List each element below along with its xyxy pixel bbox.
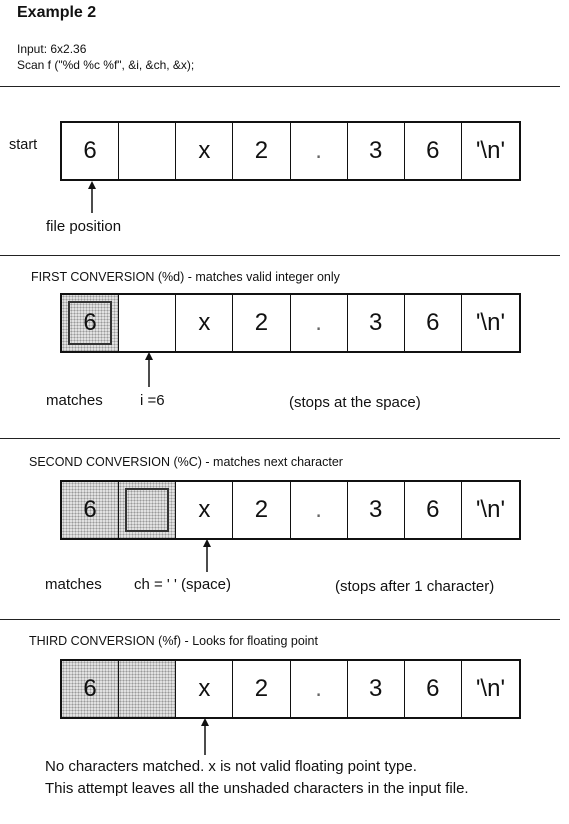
first-pointer-arrow <box>145 352 153 387</box>
char-strip-second: 6 x 2. 3 6 '\n' <box>60 480 521 540</box>
char-cell: 2 <box>233 661 291 717</box>
page: { "title": "Example 2", "input_line": "I… <box>0 0 569 824</box>
file-position-label: file position <box>46 218 122 235</box>
third-message-line1: No characters matched. x is not valid fl… <box>45 758 417 775</box>
char-cell: 3 <box>348 661 405 717</box>
char-cell: '\n' <box>475 675 506 702</box>
input-line: Input: 6x2.36 <box>17 42 87 56</box>
first-conversion-heading: FIRST CONVERSION (%d) - matches valid in… <box>31 270 340 284</box>
char-cell: . <box>291 123 348 179</box>
scan-line: Scan f ("%d %c %f", &i, &ch, &x); <box>17 58 195 72</box>
char-cell <box>119 295 177 351</box>
char-cell: x <box>176 482 234 538</box>
divider <box>0 86 560 87</box>
page-title: Example 2 <box>17 4 97 21</box>
first-matches-label: matches <box>46 392 103 409</box>
char-cell: 6 <box>405 482 462 538</box>
char-strip-start: 6 x 2. 3 6 '\n' <box>60 121 521 181</box>
char-cell: 2 <box>233 123 291 179</box>
start-label: start <box>9 137 38 153</box>
char-cell: '\n' <box>475 309 506 336</box>
second-matches-label: matches <box>45 576 102 593</box>
char-cell: 2 <box>233 295 291 351</box>
first-result: i =6 <box>140 392 165 409</box>
char-cell <box>119 482 177 538</box>
third-conversion-heading: THIRD CONVERSION (%f) - Looks for floati… <box>29 634 318 648</box>
char-cell: 3 <box>348 482 405 538</box>
char-cell: x <box>176 295 234 351</box>
char-cell: 6 <box>62 482 120 538</box>
third-message-line2: This attempt leaves all the unshaded cha… <box>45 780 469 797</box>
char-cell: 3 <box>348 295 405 351</box>
char-cell <box>119 661 177 717</box>
divider <box>0 438 560 439</box>
second-note: (stops after 1 character) <box>335 578 495 595</box>
divider <box>0 255 560 256</box>
char-cell: 6 <box>405 661 462 717</box>
char-cell: x <box>176 661 234 717</box>
char-cell: 6 <box>62 123 120 179</box>
file-position-arrow <box>88 181 96 213</box>
char-cell: . <box>291 482 348 538</box>
char-strip-first: 6 x 2. 3 6 '\n' <box>60 293 521 353</box>
char-strip-third: 6 x 2. 3 6 '\n' <box>60 659 521 719</box>
char-cell: 2 <box>233 482 291 538</box>
char-cell: 3 <box>348 123 405 179</box>
first-note: (stops at the space) <box>289 394 421 411</box>
second-result: ch = ' ' (space) <box>134 576 232 593</box>
char-cell: '\n' <box>475 137 506 164</box>
char-cell: x <box>176 123 234 179</box>
char-cell: 6 <box>405 295 462 351</box>
second-pointer-arrow <box>203 539 211 572</box>
second-conversion-heading: SECOND CONVERSION (%C) - matches next ch… <box>29 455 343 469</box>
char-cell: . <box>291 295 348 351</box>
char-cell: '\n' <box>475 496 506 523</box>
char-cell: 6 <box>62 295 120 351</box>
third-pointer-arrow <box>201 718 209 755</box>
divider <box>0 619 560 620</box>
char-cell: 6 <box>62 661 120 717</box>
char-cell <box>119 123 177 179</box>
char-cell: 6 <box>405 123 462 179</box>
char-cell: . <box>291 661 348 717</box>
